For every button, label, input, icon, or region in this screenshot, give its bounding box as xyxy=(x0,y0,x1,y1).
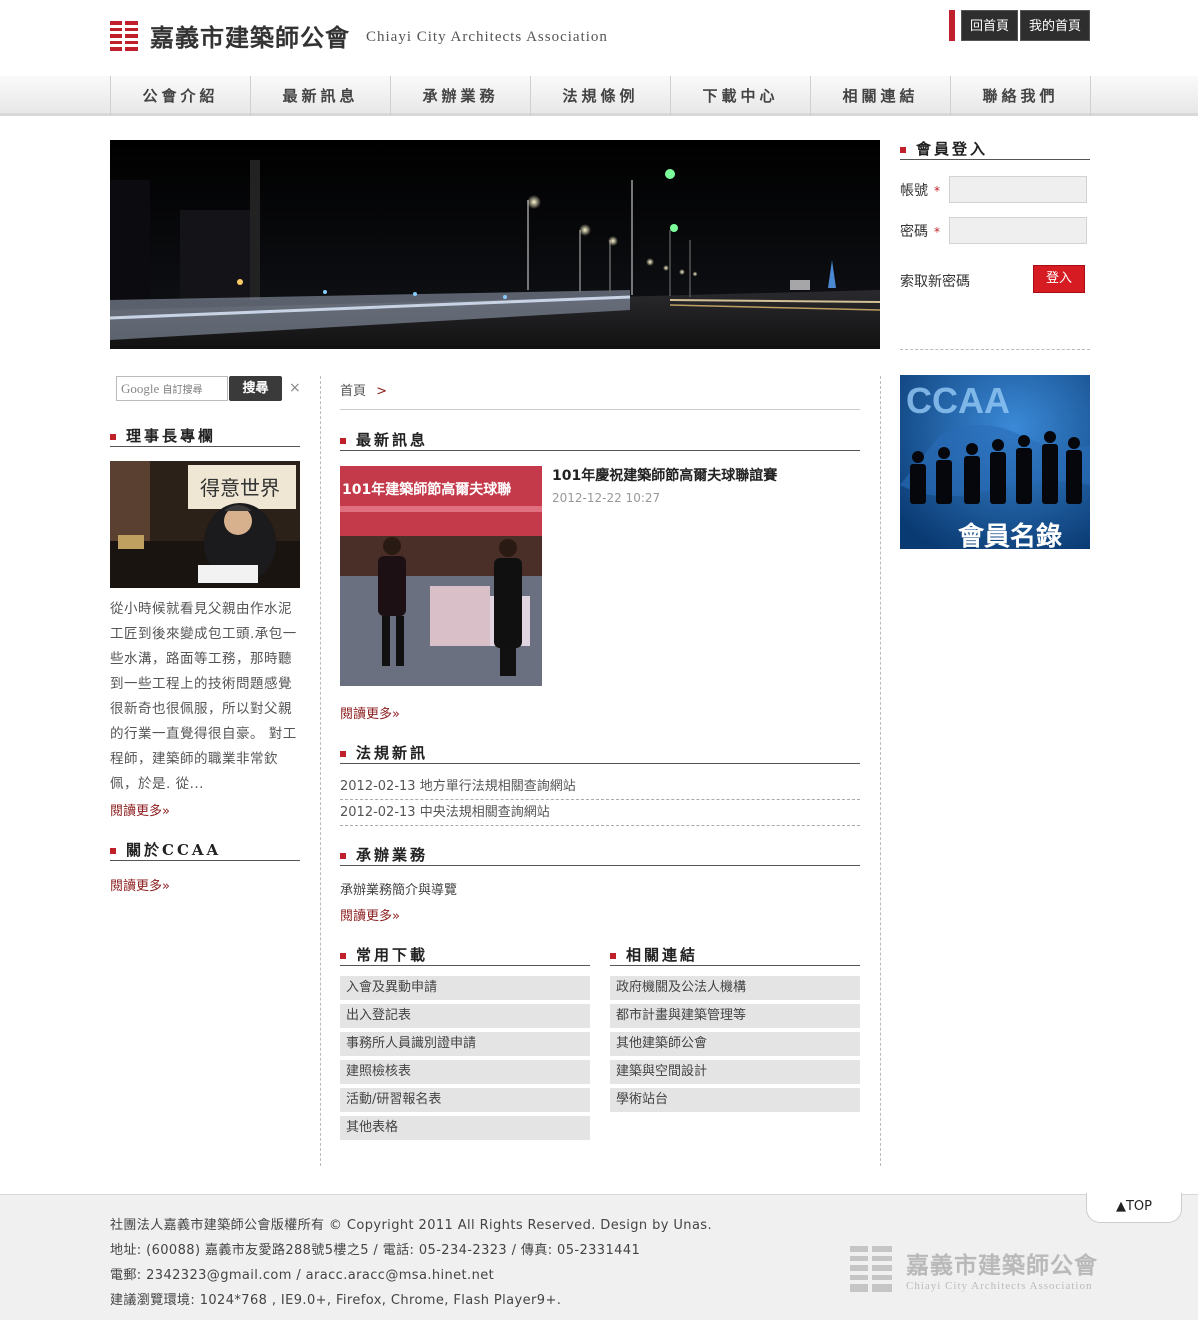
main-nav: 公會介紹 最新訊息 承辦業務 法規條例 下載中心 相關連結 聯絡我們 xyxy=(0,76,1198,116)
search-input[interactable]: Google 自訂搜尋 xyxy=(116,376,228,401)
footer-logo-cn: 嘉義市建築師公會 xyxy=(906,1252,1098,1279)
footer-copyright: 社團法人嘉義市建築師公會版權所有 © Copyright 2011 All Ri… xyxy=(110,1218,713,1233)
business-heading: 承辦業務 xyxy=(340,844,860,866)
news-photo-banner-text: 101年建築師節高爾夫球聯 xyxy=(342,481,511,498)
download-item[interactable]: 入會及異動申請 xyxy=(340,976,590,1000)
header: 嘉義市建築師公會 Chiayi City Architects Associat… xyxy=(110,0,1090,78)
column-divider xyxy=(320,376,321,1166)
back-to-top-button[interactable]: ▲TOP xyxy=(1086,1193,1182,1223)
nav-item-business[interactable]: 承辦業務 xyxy=(391,76,531,116)
svg-text:得意世界: 得意世界 xyxy=(200,476,280,500)
about-ccaa-heading: 關於CCAA xyxy=(110,839,300,861)
footer-address: 地址: (60088) 嘉義市友愛路288號5樓之5 / 電話: 05-234-… xyxy=(110,1243,641,1258)
account-label: 帳號 * xyxy=(900,183,940,199)
night-road-image xyxy=(110,140,880,349)
chief-column-heading: 理事長專欄 xyxy=(110,425,300,447)
law-news-item[interactable]: 2012-02-13 中央法規相關查詢網站 xyxy=(340,800,860,826)
home-button[interactable]: 回首頁 xyxy=(960,10,1018,41)
breadcrumb-separator: > xyxy=(376,384,388,399)
latest-news-read-more-link[interactable]: 閱讀更多» xyxy=(340,703,400,722)
related-link-item[interactable]: 學術站台 xyxy=(610,1088,860,1112)
law-news-item[interactable]: 2012-02-13 地方單行法規相關查詢網站 xyxy=(340,774,860,800)
nav-item-contact[interactable]: 聯絡我們 xyxy=(951,76,1091,116)
ccaa-logo-text: CCAA xyxy=(906,380,1010,421)
nav-item-links[interactable]: 相關連結 xyxy=(811,76,951,116)
breadcrumb: 首頁 > xyxy=(340,380,387,399)
related-link-item[interactable]: 建築與空間設計 xyxy=(610,1060,860,1084)
site-logo[interactable]: 嘉義市建築師公會 Chiayi City Architects Associat… xyxy=(110,18,608,53)
download-item[interactable]: 出入登記表 xyxy=(340,1004,590,1028)
forgot-password-link[interactable]: 索取新密碼 xyxy=(900,271,970,291)
member-list-banner[interactable]: CCAA 會員名錄 xyxy=(900,375,1090,549)
account-input[interactable] xyxy=(949,176,1087,203)
breadcrumb-home-link[interactable]: 首頁 xyxy=(340,384,366,399)
nav-item-about[interactable]: 公會介紹 xyxy=(111,76,251,116)
footer-logo-en: Chiayi City Architects Association xyxy=(906,1280,1093,1292)
login-button[interactable]: 登入 xyxy=(1033,265,1085,293)
hero-banner xyxy=(110,140,880,349)
column-divider xyxy=(880,376,881,1166)
search-button[interactable]: 搜尋 xyxy=(229,376,282,401)
chief-photo[interactable]: 得意世界 xyxy=(110,461,300,588)
news-item-date: 2012-12-22 10:27 xyxy=(552,491,661,505)
download-item[interactable]: 建照檢核表 xyxy=(340,1060,590,1084)
download-item[interactable]: 其他表格 xyxy=(340,1116,590,1140)
top-buttons: 回首頁 我的首頁 xyxy=(948,10,1090,41)
law-news-heading: 法規新訊 xyxy=(340,742,860,764)
related-link-item[interactable]: 政府機關及公法人機構 xyxy=(610,976,860,1000)
nav-item-regulations[interactable]: 法規條例 xyxy=(531,76,671,116)
footer-browser-note: 建議瀏覽環境: 1024*768 , IE9.0+, Firefox, Chro… xyxy=(110,1293,562,1308)
related-link-item[interactable]: 都市計畫與建築管理等 xyxy=(610,1004,860,1028)
business-intro-link[interactable]: 承辦業務簡介與導覽 xyxy=(340,879,457,898)
clear-icon[interactable]: × xyxy=(289,380,301,396)
member-silhouettes-image: CCAA 會員名錄 xyxy=(900,375,1090,549)
logo-title-cn: 嘉義市建築師公會 xyxy=(150,23,350,52)
divider xyxy=(900,349,1090,350)
password-input[interactable] xyxy=(949,217,1087,244)
related-link-item[interactable]: 其他建築師公會 xyxy=(610,1032,860,1056)
about-read-more-link[interactable]: 閱讀更多» xyxy=(110,875,170,894)
password-label: 密碼 * xyxy=(900,224,940,240)
download-item[interactable]: 活動/研習報名表 xyxy=(340,1088,590,1112)
business-read-more-link[interactable]: 閱讀更多» xyxy=(340,905,400,924)
google-brand: Google xyxy=(121,381,160,396)
download-item[interactable]: 事務所人員識別證申請 xyxy=(340,1032,590,1056)
latest-news-heading: 最新訊息 xyxy=(340,429,860,451)
nav-item-news[interactable]: 最新訊息 xyxy=(251,76,391,116)
member-list-label: 會員名錄 xyxy=(958,521,1062,549)
downloads-heading: 常用下載 xyxy=(340,944,590,966)
my-home-button[interactable]: 我的首頁 xyxy=(1019,10,1090,41)
logo-mark-icon xyxy=(110,20,138,51)
footer-logo-mark-icon xyxy=(850,1246,892,1292)
login-heading: 會員登入 xyxy=(900,138,1090,160)
nav-item-downloads[interactable]: 下載中心 xyxy=(671,76,811,116)
footer-logo: 嘉義市建築師公會 Chiayi City Architects Associat… xyxy=(850,1246,1098,1292)
related-links-heading: 相關連結 xyxy=(610,944,860,966)
accent-bar xyxy=(948,10,955,41)
news-photo[interactable]: 101年建築師節高爾夫球聯 xyxy=(340,466,542,686)
news-item-title-link[interactable]: 101年慶祝建築師節高爾夫球聯誼賽 xyxy=(552,465,777,485)
chief-column-excerpt: 從小時候就看見父親由作水泥工匠到後來變成包工頭.承包一些水溝，路面等工務，那時聽… xyxy=(110,601,297,792)
chief-column-read-more-link[interactable]: 閱讀更多» xyxy=(110,800,170,819)
logo-title-en: Chiayi City Architects Association xyxy=(366,29,608,45)
divider xyxy=(340,409,860,410)
footer-email: 電郵: 2342323@gmail.com / aracc.aracc@msa.… xyxy=(110,1268,495,1283)
